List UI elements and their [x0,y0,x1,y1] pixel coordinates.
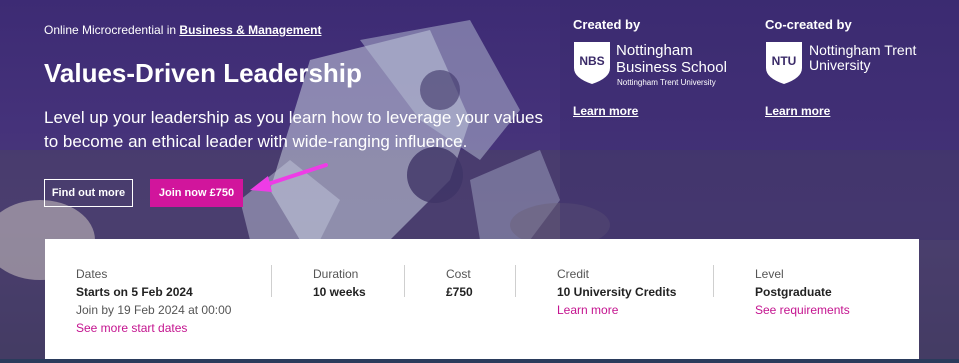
nbs-learn-more-link[interactable]: Learn more [573,104,638,118]
page-title: Values-Driven Leadership [44,58,362,88]
nbs-subtitle: Nottingham Trent University [617,78,716,87]
join-now-button[interactable]: Join now £750 [150,179,243,207]
eyebrow-prefix: Online Microcredential in [44,23,177,37]
nbs-logo-text: NBS [579,54,605,68]
dates-label: Dates [76,267,108,281]
join-by-text: Join by 19 Feb 2024 at 00:00 [76,303,232,317]
column-divider [404,265,405,297]
see-requirements-link[interactable]: See requirements [755,303,850,317]
created-by-heading: Created by [573,17,641,32]
credit-learn-more-link[interactable]: Learn more [557,303,618,317]
credit-value: 10 University Credits [557,285,677,299]
cost-label: Cost [446,267,471,281]
column-divider [271,265,272,297]
level-value: Postgraduate [755,285,832,299]
course-details-card: Dates Starts on 5 Feb 2024 Join by 19 Fe… [45,239,919,363]
cost-value: £750 [446,285,473,299]
course-description: Level up your leadership as you learn ho… [44,108,543,151]
eyebrow-text: Online Microcredential in Business & Man… [44,23,321,37]
nbs-name-line2: Business School [616,59,727,76]
bottom-edge-strip [0,359,959,363]
duration-value: 10 weeks [313,285,366,299]
credit-label: Credit [557,267,590,281]
ntu-logo-text: NTU [771,54,797,68]
level-label: Level [755,267,784,281]
arrow-annotation-icon [250,163,328,192]
nbs-name-line1: Nottingham [616,42,693,59]
ntu-learn-more-link[interactable]: Learn more [765,104,830,118]
column-divider [713,265,714,297]
dates-value: Starts on 5 Feb 2024 [76,285,193,299]
co-created-by-heading: Co-created by [765,17,852,32]
ntu-name-line2: University [809,57,871,73]
duration-label: Duration [313,267,359,281]
see-more-start-dates-link[interactable]: See more start dates [76,321,187,335]
find-out-more-button[interactable]: Find out more [44,179,133,207]
ntu-name-line1: Nottingham Trent [809,42,917,58]
category-link[interactable]: Business & Management [179,23,321,37]
column-divider [515,265,516,297]
